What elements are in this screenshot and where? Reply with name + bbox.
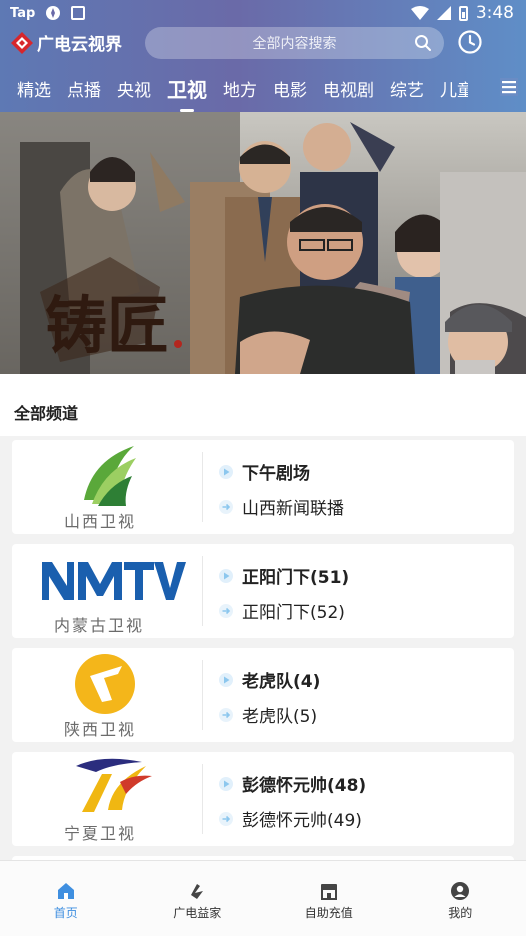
tab-yangshi[interactable]: 央视 (109, 76, 159, 101)
next-program[interactable]: 正阳门下(52) (218, 598, 345, 623)
tab-dianying[interactable]: 电影 (265, 76, 315, 101)
channel-logo-shaanxi: 陕西卫视 (12, 648, 202, 742)
section-title: 全部频道 (14, 404, 79, 423)
channel-card-shaanxi[interactable]: 陕西卫视 老虎队(4) 老虎队(5) (12, 648, 514, 742)
history-icon[interactable] (457, 29, 483, 55)
current-program[interactable]: 下午剧场 (218, 459, 310, 484)
tab-weishi[interactable]: 卫视 (159, 74, 215, 112)
play-icon (219, 776, 233, 791)
current-program[interactable]: 正阳门下(51) (218, 563, 349, 588)
tab-ertong[interactable]: 儿童 (432, 76, 468, 101)
channel-card-shanxi[interactable]: 山西卫视 下午剧场 山西新闻联播 (12, 440, 514, 534)
next-program-title: 彭德怀元帅(49) (242, 811, 362, 831)
channel-name: 宁夏卫视 (64, 824, 137, 843)
current-program-title: 正阳门下(51) (242, 568, 350, 588)
nav-recharge[interactable]: 自助充值 (263, 861, 395, 936)
channel-logo-ningxia: 宁夏卫视 (12, 752, 202, 846)
bottom-navigation: 首页 广电益家 自助充值 我的 (0, 860, 526, 936)
category-tabs: 精选 点播 央视 卫视 地方 电影 电视剧 综艺 儿童 (0, 70, 526, 112)
channel-card-ningxia[interactable]: 宁夏卫视 彭德怀元帅(48) 彭德怀元帅(49) (12, 752, 514, 846)
app-logo[interactable]: 广电云视界 (10, 30, 122, 55)
next-arrow-icon (219, 811, 233, 826)
carrier-label: Tap (10, 5, 36, 21)
play-icon (219, 568, 233, 583)
app-notification-icon (46, 6, 61, 20)
channel-name: 内蒙古卫视 (54, 616, 145, 635)
channel-card-neimenggu[interactable]: 内蒙古卫视 正阳门下(51) 正阳门下(52) (12, 544, 514, 638)
app-name: 广电云视界 (37, 35, 122, 55)
gd-yijia-icon (191, 884, 204, 899)
signal-icon (436, 6, 451, 20)
user-icon (451, 882, 470, 900)
top-bar: Tap 3:48 广电云视界 全部内容搜索 精选 点播 央视 卫视 地方 电影 … (0, 0, 526, 112)
current-program-title: 彭德怀元帅(48) (242, 776, 367, 796)
play-icon (219, 464, 233, 479)
nav-label: 我的 (448, 906, 473, 920)
tab-difang[interactable]: 地方 (215, 76, 265, 101)
search-bar[interactable]: 全部内容搜索 (145, 27, 444, 59)
card-divider (202, 764, 203, 834)
tab-dianbo[interactable]: 点播 (59, 76, 109, 101)
store-icon (320, 884, 337, 900)
poster-title: 铸匠 (45, 289, 169, 362)
play-icon (219, 672, 233, 687)
home-icon (57, 883, 74, 899)
next-program-title: 正阳门下(52) (242, 603, 345, 623)
channel-logo-shanxi: 山西卫视 (12, 440, 202, 534)
status-bar: Tap 3:48 (0, 0, 526, 28)
current-program-title: 老虎队(4) (242, 672, 321, 692)
current-program-title: 下午剧场 (242, 464, 310, 484)
banner-carousel[interactable]: 铸匠 (0, 112, 526, 374)
tab-dianshiju[interactable]: 电视剧 (315, 76, 382, 101)
current-program[interactable]: 老虎队(4) (218, 667, 320, 692)
menu-icon[interactable] (500, 78, 518, 96)
battery-icon (458, 5, 468, 21)
next-program[interactable]: 彭德怀元帅(49) (218, 806, 362, 831)
app-header: 广电云视界 全部内容搜索 (0, 26, 526, 62)
channel-logo-neimenggu: 内蒙古卫视 (12, 544, 202, 638)
next-program[interactable]: 山西新闻联播 (218, 494, 344, 519)
nav-label: 自助充值 (304, 906, 353, 920)
nav-label: 广电益家 (173, 906, 222, 920)
banner-poster: 铸匠 (0, 112, 526, 374)
clock: 3:48 (475, 3, 514, 23)
gdys-logo-icon (11, 31, 33, 54)
channel-name: 陕西卫视 (64, 720, 137, 739)
next-program-title: 老虎队(5) (242, 707, 318, 727)
tab-jingxuan[interactable]: 精选 (0, 76, 59, 101)
nav-home[interactable]: 首页 (0, 861, 132, 936)
next-program[interactable]: 老虎队(5) (218, 702, 317, 727)
next-arrow-icon (219, 499, 233, 514)
search-placeholder: 全部内容搜索 (252, 36, 337, 52)
nav-mine[interactable]: 我的 (395, 861, 526, 936)
tab-zongyi[interactable]: 综艺 (382, 76, 432, 101)
nav-label: 首页 (53, 906, 78, 920)
card-divider (202, 556, 203, 626)
card-divider (202, 660, 203, 730)
card-divider (202, 452, 203, 522)
current-program[interactable]: 彭德怀元帅(48) (218, 771, 366, 796)
nav-gd-yijia[interactable]: 广电益家 (132, 861, 264, 936)
notification-a-icon (71, 6, 86, 20)
next-program-title: 山西新闻联播 (242, 499, 344, 519)
channel-name: 山西卫视 (64, 512, 137, 531)
wifi-icon (410, 6, 429, 20)
search-icon (415, 35, 431, 51)
next-arrow-icon (219, 603, 233, 618)
section-header: 全部频道 (0, 374, 526, 436)
next-arrow-icon (219, 707, 233, 722)
